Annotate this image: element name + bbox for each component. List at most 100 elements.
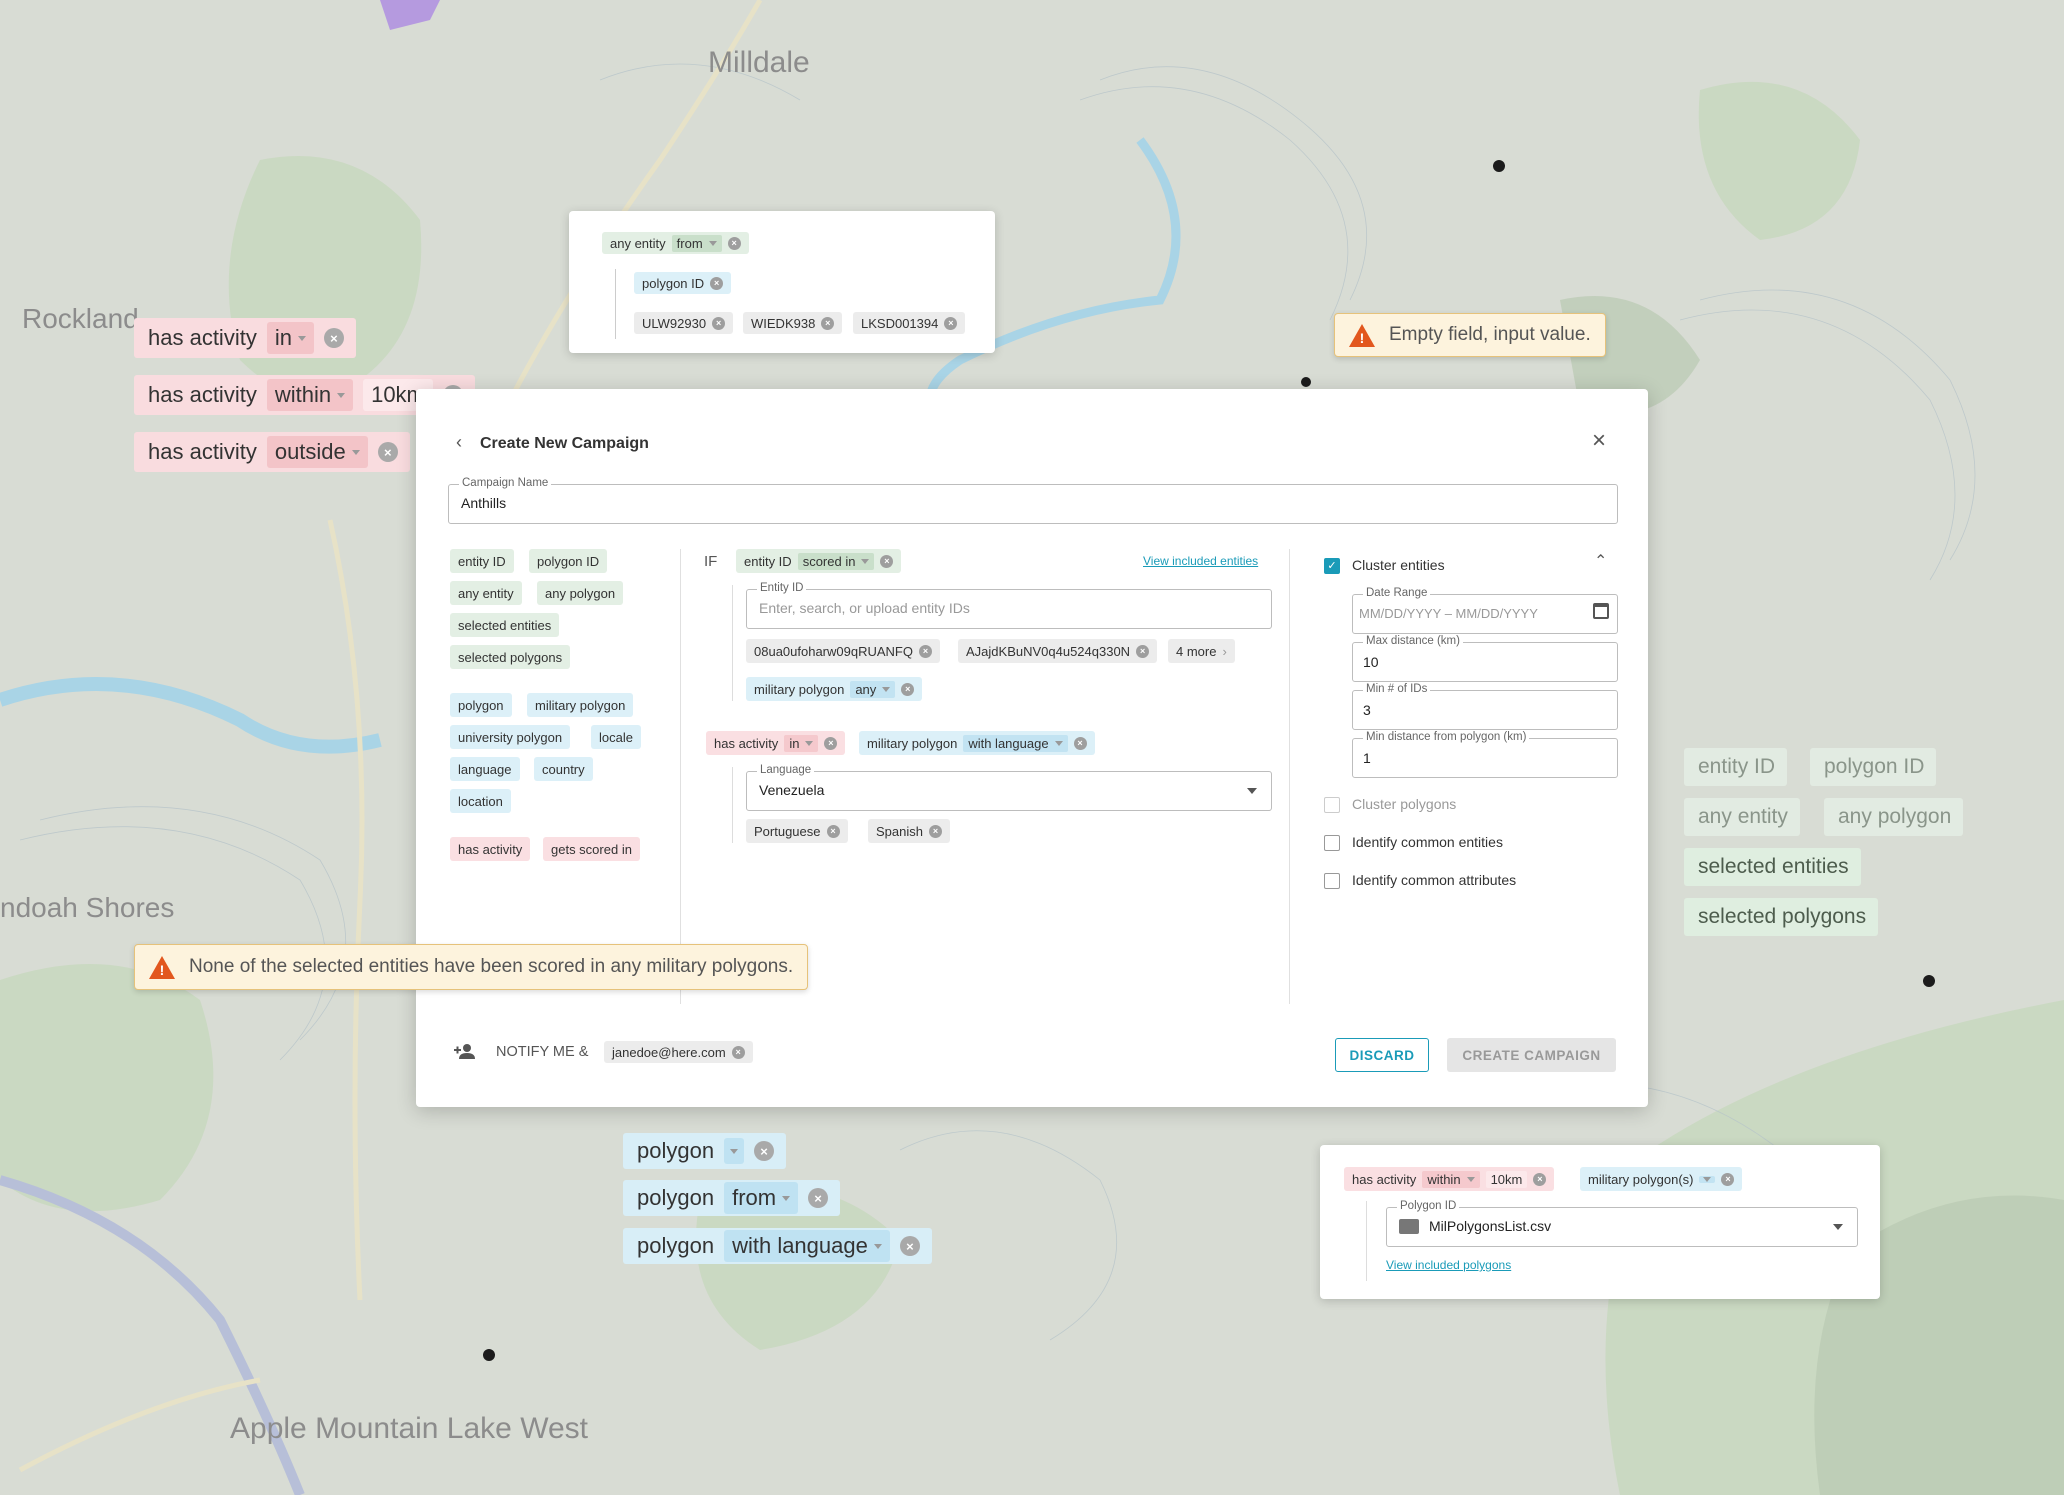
operator-dropdown[interactable]: in xyxy=(784,734,819,752)
remove-icon[interactable]: × xyxy=(377,442,398,462)
palette-polygon[interactable]: polygon xyxy=(450,693,512,717)
military-polygon-rule-chip[interactable]: military polygon any × xyxy=(746,677,923,701)
more-entities-chip[interactable]: 4 more › xyxy=(1168,639,1235,663)
notify-email-chip[interactable]: janedoe@here.com × xyxy=(604,1041,753,1063)
remove-icon[interactable]: × xyxy=(808,1188,829,1208)
remove-icon[interactable]: × xyxy=(1136,644,1150,658)
date-range-field[interactable]: Date Range MM/DD/YYYY – MM/DD/YYYY xyxy=(1352,587,1618,634)
remove-icon[interactable]: × xyxy=(880,554,894,568)
entity-id-value-chip[interactable]: 08ua0ufoharw09qRUANFQ × xyxy=(746,639,940,663)
chevron-up-icon[interactable]: ⌃ xyxy=(1594,551,1607,571)
campaign-name-field[interactable]: Campaign Name Anthills xyxy=(448,477,1618,524)
operator-dropdown[interactable]: in xyxy=(266,322,314,354)
remove-icon[interactable]: × xyxy=(754,1141,775,1161)
distance-value[interactable]: 10km xyxy=(1485,1170,1528,1188)
cluster-polygons-checkbox[interactable] xyxy=(1324,797,1340,813)
remove-icon[interactable]: × xyxy=(710,276,724,290)
palette-locale[interactable]: locale xyxy=(591,725,641,749)
palette-entity-id[interactable]: entity ID xyxy=(450,549,514,573)
operator-dropdown[interactable]: within xyxy=(266,379,354,411)
military-polygons-rule-chip[interactable]: military polygon(s) × xyxy=(1580,1167,1743,1191)
polygon-id-value-chip[interactable]: LKSD001394 × xyxy=(853,312,966,334)
military-polygon-language-chip[interactable]: military polygon with language × xyxy=(859,731,1095,755)
max-distance-field[interactable]: Max distance (km) 10 xyxy=(1352,635,1618,682)
any-entity-palette-chip[interactable]: any entity xyxy=(1684,798,1800,836)
cluster-entities-checkbox[interactable]: ✓ xyxy=(1324,558,1340,574)
remove-icon[interactable]: × xyxy=(824,736,838,750)
selected-polygons-palette-chip[interactable]: selected polygons xyxy=(1684,898,1879,936)
polygon-id-value-chip[interactable]: ULW92930 × xyxy=(634,312,734,334)
back-arrow-icon[interactable]: ‹ xyxy=(456,432,462,453)
view-included-entities-link[interactable]: View included entities xyxy=(1143,554,1258,568)
operator-dropdown[interactable]: from xyxy=(671,234,722,252)
identify-attributes-checkbox[interactable] xyxy=(1324,873,1340,889)
remove-icon[interactable]: × xyxy=(901,682,915,696)
operator-dropdown[interactable]: any xyxy=(850,680,896,698)
palette-polygon-id[interactable]: polygon ID xyxy=(529,549,608,573)
palette-has-activity[interactable]: has activity xyxy=(450,837,531,861)
create-campaign-button[interactable]: CREATE CAMPAIGN xyxy=(1447,1038,1616,1072)
has-activity-in-chip[interactable]: has activity in × xyxy=(134,318,356,358)
language-select[interactable]: Language Venezuela xyxy=(746,764,1272,811)
polygon-chip[interactable]: polygon × xyxy=(623,1133,787,1169)
remove-icon[interactable]: × xyxy=(727,236,741,250)
palette-military-polygon[interactable]: military polygon xyxy=(527,693,634,717)
polygon-from-chip[interactable]: polygon from × xyxy=(623,1180,841,1216)
entity-id-value-chip[interactable]: AJajdKBuNV0q4u524q330N × xyxy=(958,639,1158,663)
discard-button[interactable]: DISCARD xyxy=(1335,1038,1429,1072)
chip-label: polygon xyxy=(637,1138,715,1163)
identify-entities-checkbox[interactable] xyxy=(1324,835,1340,851)
entity-id-rule-chip[interactable]: entity ID scored in × xyxy=(736,549,902,573)
remove-icon[interactable]: × xyxy=(323,328,344,348)
polygon-id-select[interactable]: Polygon ID MilPolygonsList.csv xyxy=(1386,1200,1858,1247)
language-value-chip[interactable]: Portuguese × xyxy=(746,819,848,843)
palette-selected-polygons[interactable]: selected polygons xyxy=(450,645,571,669)
any-entity-chip[interactable]: any entity from × xyxy=(602,232,749,254)
any-polygon-palette-chip[interactable]: any polygon xyxy=(1824,798,1964,836)
palette-any-entity[interactable]: any entity xyxy=(450,581,522,605)
has-activity-rule-chip[interactable]: has activity in × xyxy=(706,731,846,755)
calendar-icon[interactable] xyxy=(1593,603,1609,619)
operator-dropdown[interactable]: with language xyxy=(963,734,1068,752)
min-distance-polygon-field[interactable]: Min distance from polygon (km) 1 xyxy=(1352,731,1618,778)
remove-icon[interactable]: × xyxy=(918,644,932,658)
remove-icon[interactable]: × xyxy=(731,1045,745,1059)
chevron-down-icon xyxy=(1703,1176,1712,1182)
remove-icon[interactable]: × xyxy=(712,316,726,330)
operator-dropdown[interactable]: within xyxy=(1422,1170,1480,1188)
palette-university-polygon[interactable]: university polygon xyxy=(450,725,571,749)
selected-entities-palette-chip[interactable]: selected entities xyxy=(1684,848,1861,886)
min-ids-field[interactable]: Min # of IDs 3 xyxy=(1352,683,1618,730)
has-activity-within-rule-chip[interactable]: has activity within 10km × xyxy=(1344,1167,1555,1191)
has-activity-outside-chip[interactable]: has activity outside × xyxy=(134,432,410,472)
remove-icon[interactable]: × xyxy=(944,316,958,330)
remove-icon[interactable]: × xyxy=(1533,1172,1547,1186)
polygon-id-chip[interactable]: polygon ID × xyxy=(634,272,732,294)
operator-dropdown[interactable] xyxy=(724,1138,745,1164)
palette-gets-scored-in[interactable]: gets scored in xyxy=(543,837,640,861)
entity-id-palette-chip[interactable]: entity ID xyxy=(1684,748,1788,786)
remove-icon[interactable]: × xyxy=(1073,736,1087,750)
palette-language[interactable]: language xyxy=(450,757,520,781)
remove-icon[interactable]: × xyxy=(928,824,942,838)
palette-any-polygon[interactable]: any polygon xyxy=(537,581,624,605)
remove-icon[interactable]: × xyxy=(1721,1172,1735,1186)
palette-location[interactable]: location xyxy=(450,789,511,813)
remove-icon[interactable]: × xyxy=(826,824,840,838)
close-icon[interactable]: × xyxy=(1592,429,1606,453)
palette-country[interactable]: country xyxy=(534,757,593,781)
polygon-with-language-chip[interactable]: polygon with language × xyxy=(623,1228,932,1264)
entity-id-input[interactable]: Entity ID Enter, search, or upload entit… xyxy=(746,582,1272,629)
operator-dropdown[interactable]: from xyxy=(724,1182,799,1214)
operator-dropdown[interactable]: with language xyxy=(724,1230,890,1262)
operator-dropdown[interactable]: scored in xyxy=(797,552,875,570)
polygon-id-value-chip[interactable]: WIEDK938 × xyxy=(743,312,843,334)
remove-icon[interactable]: × xyxy=(821,316,835,330)
view-included-polygons-link[interactable]: View included polygons xyxy=(1386,1258,1511,1272)
remove-icon[interactable]: × xyxy=(899,1236,920,1256)
polygon-id-palette-chip[interactable]: polygon ID xyxy=(1810,748,1937,786)
operator-dropdown[interactable]: outside xyxy=(266,436,368,468)
palette-selected-entities[interactable]: selected entities xyxy=(450,613,560,637)
operator-dropdown[interactable] xyxy=(1699,1175,1716,1183)
language-value-chip[interactable]: Spanish × xyxy=(868,819,950,843)
